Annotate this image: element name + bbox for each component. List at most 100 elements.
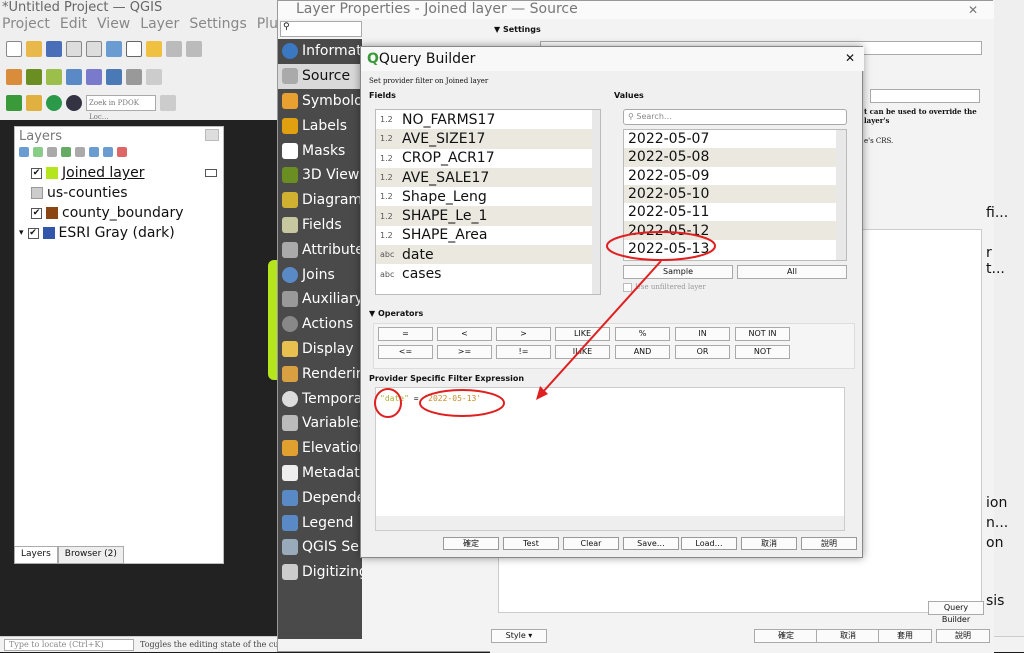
sidebar-item-auxiliary[interactable]: Auxiliary Storage <box>278 287 362 312</box>
close-icon[interactable]: ✕ <box>968 3 978 17</box>
operator-lte-button[interactable]: <= <box>378 345 433 359</box>
query-builder-button[interactable]: Query Builder <box>928 601 984 624</box>
help-button[interactable]: 說明 <box>801 537 857 550</box>
style-button[interactable]: Style ▾ <box>491 629 547 643</box>
crs-select[interactable] <box>870 89 980 103</box>
sidebar-item-fields[interactable]: Fields <box>278 213 362 238</box>
save-button[interactable]: Save… <box>623 537 679 550</box>
menu-project[interactable]: Project <box>2 16 50 34</box>
operator-equals-button[interactable]: = <box>378 327 433 341</box>
sidebar-item-source[interactable]: Source <box>278 63 362 89</box>
list-item[interactable]: abc cases <box>376 264 600 283</box>
sidebar-item-temporal[interactable]: Temporal <box>278 386 362 411</box>
close-panel-icon[interactable] <box>205 129 219 141</box>
add-mesh-layer-icon[interactable] <box>86 69 102 85</box>
sidebar-item-digitizing[interactable]: Digitizing <box>278 560 362 585</box>
new-project-icon[interactable] <box>6 41 22 57</box>
add-group-icon[interactable] <box>33 147 43 157</box>
toggle-editing-icon[interactable] <box>146 69 162 85</box>
layer-checkbox[interactable]: ✔ <box>31 167 42 179</box>
load-button[interactable]: Load… <box>681 537 737 550</box>
add-raster-layer-icon[interactable] <box>66 69 82 85</box>
sidebar-item-legend[interactable]: Legend <box>278 510 362 535</box>
sidebar-item-information[interactable]: Information <box>278 39 362 64</box>
add-wms-layer-icon[interactable] <box>106 69 122 85</box>
zoom-in-icon[interactable] <box>166 41 182 57</box>
checkbox[interactable] <box>623 283 632 292</box>
locator-icon[interactable] <box>6 95 22 111</box>
list-item[interactable]: abc date <box>376 245 600 265</box>
refresh-icon[interactable] <box>46 95 62 111</box>
style-icon[interactable] <box>19 147 29 157</box>
save-project-icon[interactable] <box>46 41 62 57</box>
menu-layer[interactable]: Layer <box>140 16 179 34</box>
list-item[interactable]: 1.2 AVE_SALE17 <box>376 167 600 188</box>
plugin-icon[interactable] <box>26 95 42 111</box>
layer-item-esri-gray[interactable]: ▾ ✔ ESRI Gray (dark) <box>15 223 223 243</box>
search-input[interactable]: ⚲ <box>280 21 362 37</box>
layer-item-us-counties[interactable]: us-counties <box>15 183 223 203</box>
list-item[interactable]: 1.2 NO_FARMS17 <box>376 110 600 129</box>
expression-editor[interactable]: "date" = '2022-05-13' <box>375 387 845 531</box>
open-project-icon[interactable] <box>26 41 42 57</box>
sidebar-item-display[interactable]: Display <box>278 337 362 362</box>
list-item[interactable]: 2022-05-07 <box>624 130 846 148</box>
operator-gte-button[interactable]: >= <box>437 345 492 359</box>
values-search-input[interactable]: ⚲ Search… <box>623 109 847 125</box>
operator-like-button[interactable]: LIKE <box>555 327 610 341</box>
tab-browser[interactable]: Browser (2) <box>57 546 124 564</box>
pdok-icon[interactable] <box>66 95 82 111</box>
sidebar-item-metadata[interactable]: Metadata <box>278 461 362 486</box>
sidebar-item-attributes-form[interactable]: Attributes Form <box>278 237 362 262</box>
expand-all-icon[interactable] <box>89 147 99 157</box>
operator-in-button[interactable]: IN <box>675 327 730 341</box>
sidebar-item-actions[interactable]: Actions <box>278 312 362 337</box>
layer-checkbox[interactable]: ✔ <box>27 227 39 239</box>
apply-button[interactable]: 套用 <box>878 629 932 643</box>
style-manager-icon[interactable] <box>106 41 122 57</box>
operator-ilike-button[interactable]: ILIKE <box>555 345 610 359</box>
new-geopackage-icon[interactable] <box>26 69 42 85</box>
list-item[interactable]: 1.2 CROP_ACR17 <box>376 149 600 168</box>
layout-manager-icon[interactable] <box>86 41 102 57</box>
list-item[interactable]: 2022-05-10 <box>624 184 846 204</box>
sidebar-item-rendering[interactable]: Rendering <box>278 361 362 386</box>
operator-not-button[interactable]: NOT <box>735 345 790 359</box>
ok-button[interactable]: 確定 <box>754 629 818 643</box>
add-vector-layer-icon[interactable] <box>46 69 62 85</box>
sidebar-item-dependencies[interactable]: Dependencies <box>278 485 362 510</box>
help-button[interactable]: 說明 <box>936 629 990 643</box>
sample-button[interactable]: Sample <box>623 265 733 279</box>
list-item[interactable]: 2022-05-08 <box>624 148 846 167</box>
layer-item-county-boundary[interactable]: ✔ county_boundary <box>15 203 223 223</box>
collapse-all-icon[interactable] <box>103 147 113 157</box>
all-button[interactable]: All <box>737 265 847 279</box>
fields-list[interactable]: 1.2 NO_FARMS17 1.2 AVE_SIZE17 1.2 CROP_ACR1… <box>375 109 601 295</box>
tab-layers[interactable]: Layers <box>14 546 58 564</box>
clear-button[interactable]: Clear <box>563 537 619 550</box>
sidebar-item-elevation[interactable]: Elevation <box>278 436 362 461</box>
list-item[interactable]: 1.2 SHAPE_Area <box>376 226 600 245</box>
operator-greater-button[interactable]: > <box>496 327 551 341</box>
list-item[interactable]: 2022-05-12 <box>624 221 846 240</box>
horizontal-scrollbar[interactable] <box>376 516 844 530</box>
pan-icon[interactable] <box>126 41 142 57</box>
pdok-search-input[interactable]: Zoek in PDOK Loc… <box>86 95 156 121</box>
operator-and-button[interactable]: AND <box>615 345 670 359</box>
filter-legend-icon[interactable] <box>75 147 85 157</box>
menu-view[interactable]: View <box>97 16 130 34</box>
remove-layer-icon[interactable] <box>117 147 127 157</box>
operator-or-button[interactable]: OR <box>675 345 730 359</box>
cancel-button[interactable]: 取消 <box>741 537 797 550</box>
scrollbar[interactable] <box>836 130 846 260</box>
use-unfiltered-checkbox[interactable]: Use unfiltered layer <box>623 283 706 292</box>
operator-less-button[interactable]: < <box>437 327 492 341</box>
list-item[interactable]: 2022-05-11 <box>624 203 846 221</box>
clear-search-icon[interactable] <box>160 95 176 111</box>
sidebar-item-qgis-server[interactable]: QGIS Server <box>278 535 362 560</box>
layer-checkbox[interactable]: ✔ <box>31 207 42 219</box>
zoom-out-icon[interactable] <box>186 41 202 57</box>
close-icon[interactable]: ✕ <box>845 51 855 65</box>
data-source-manager-icon[interactable] <box>6 69 22 85</box>
sidebar-item-variables[interactable]: Variables <box>278 411 362 436</box>
